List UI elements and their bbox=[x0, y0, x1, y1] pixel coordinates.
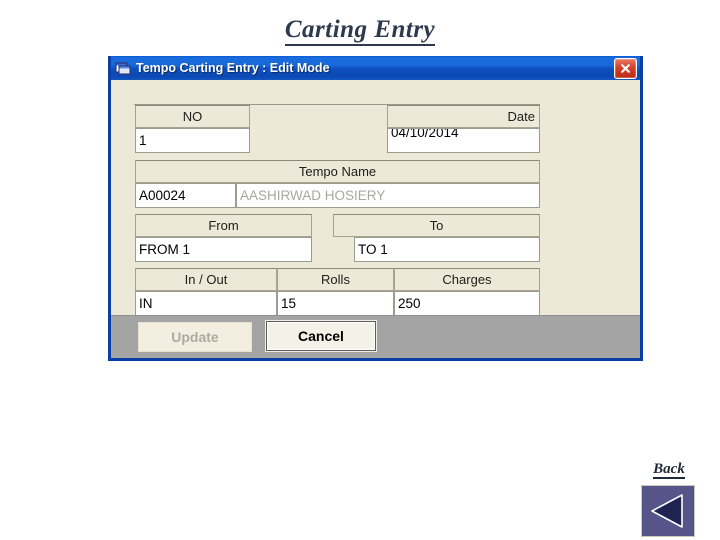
back-label: Back bbox=[640, 461, 698, 479]
tempo-name-input[interactable]: AASHIRWAD HOSIERY bbox=[236, 183, 540, 208]
charges-input[interactable]: 250 bbox=[394, 291, 540, 316]
charges-value: 250 bbox=[398, 296, 421, 311]
no-input[interactable]: 1 bbox=[135, 128, 250, 153]
dialog-titlebar[interactable]: Tempo Carting Entry : Edit Mode bbox=[111, 56, 640, 80]
left-triangle-icon bbox=[648, 492, 688, 530]
to-value: TO 1 bbox=[358, 242, 388, 257]
no-value: 1 bbox=[139, 133, 147, 148]
back-button[interactable] bbox=[641, 485, 695, 537]
dialog-button-bar: Update Cancel bbox=[111, 315, 640, 358]
page-title-text: Carting Entry bbox=[284, 16, 436, 46]
rolls-value: 15 bbox=[281, 296, 297, 311]
from-label: From bbox=[135, 214, 312, 237]
back-label-text: Back bbox=[653, 461, 685, 479]
to-label: To bbox=[333, 214, 540, 237]
from-value: FROM 1 bbox=[139, 242, 191, 257]
vb-form-icon bbox=[115, 61, 131, 76]
page-title: Carting Entry bbox=[0, 16, 720, 46]
dialog-client-area: NO Date 1 04/10/2014 Tempo Name A00024 A… bbox=[111, 80, 640, 358]
cancel-button[interactable]: Cancel bbox=[266, 321, 376, 351]
carting-entry-dialog: Tempo Carting Entry : Edit Mode NO Date … bbox=[108, 56, 643, 361]
tempo-code-value: A00024 bbox=[139, 188, 186, 203]
in-out-value: IN bbox=[139, 296, 153, 311]
tempo-code-input[interactable]: A00024 bbox=[135, 183, 236, 208]
tempo-name-label: Tempo Name bbox=[135, 160, 540, 183]
in-out-input[interactable]: IN bbox=[135, 291, 277, 316]
date-input[interactable]: 04/10/2014 bbox=[387, 128, 540, 153]
close-icon[interactable] bbox=[614, 58, 637, 79]
rolls-input[interactable]: 15 bbox=[277, 291, 394, 316]
rolls-label: Rolls bbox=[277, 268, 394, 291]
date-value: 04/10/2014 bbox=[391, 128, 459, 140]
date-label: Date bbox=[387, 105, 540, 128]
in-out-label: In / Out bbox=[135, 268, 277, 291]
tempo-name-value: AASHIRWAD HOSIERY bbox=[240, 188, 386, 203]
charges-label: Charges bbox=[394, 268, 540, 291]
to-input[interactable]: TO 1 bbox=[354, 237, 540, 262]
no-label: NO bbox=[135, 105, 250, 128]
update-button[interactable]: Update bbox=[138, 322, 252, 352]
form-area: NO Date 1 04/10/2014 Tempo Name A00024 A… bbox=[111, 80, 640, 335]
from-input[interactable]: FROM 1 bbox=[135, 237, 312, 262]
dialog-title-text: Tempo Carting Entry : Edit Mode bbox=[136, 60, 330, 75]
